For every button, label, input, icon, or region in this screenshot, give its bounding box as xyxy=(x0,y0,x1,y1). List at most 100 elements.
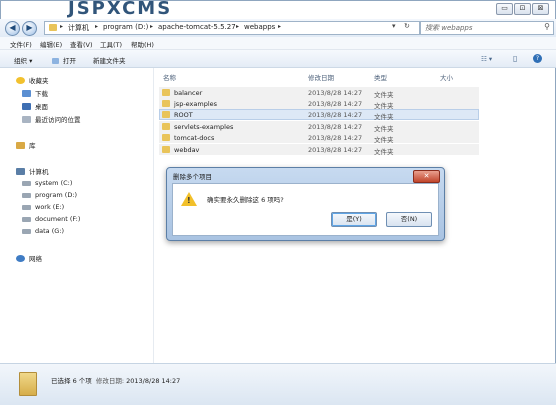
preview-pane-icon[interactable]: ▯ xyxy=(513,54,517,63)
table-row[interactable]: webdav 2013/8/28 14:27 文件夹 xyxy=(159,144,479,156)
file-date: 2013/8/28 14:27 xyxy=(308,134,363,142)
star-icon xyxy=(16,77,25,84)
no-button[interactable]: 否(N) xyxy=(386,212,432,227)
column-header-date[interactable]: 修改日期 xyxy=(308,72,334,82)
desktop-icon xyxy=(22,103,31,110)
warning-icon-mark: ! xyxy=(187,196,191,205)
folder-icon xyxy=(162,111,170,118)
sidebar-label: 下载 xyxy=(35,90,48,98)
back-button[interactable]: ◀ xyxy=(5,21,20,36)
sidebar-drive-e[interactable]: work (E:) xyxy=(22,203,64,211)
date-label: 修改日期: xyxy=(95,377,125,385)
open-label: 打开 xyxy=(63,57,76,65)
recent-places-icon xyxy=(22,116,31,123)
sidebar-network[interactable]: 网络 xyxy=(16,253,42,263)
search-icon[interactable]: ⚲ xyxy=(544,22,550,31)
folder-icon xyxy=(162,123,170,130)
sidebar-computer[interactable]: 计算机 xyxy=(16,166,49,176)
file-type: 文件夹 xyxy=(374,113,394,121)
sidebar-drive-c[interactable]: system (C:) xyxy=(22,179,72,187)
dialog-close-button[interactable]: ✕ xyxy=(413,170,440,183)
column-header-name[interactable]: 名称 xyxy=(163,72,176,82)
sidebar-drive-d[interactable]: program (D:) xyxy=(22,191,77,199)
forward-button[interactable]: ▶ xyxy=(22,21,37,36)
address-dropdown-icon[interactable]: ▾ xyxy=(392,22,396,30)
sidebar-label: 桌面 xyxy=(35,103,48,111)
watermark-logo: JSPXCMS xyxy=(68,0,173,19)
file-name: webdav xyxy=(174,146,200,154)
table-row[interactable]: jsp-examples 2013/8/28 14:27 文件夹 xyxy=(159,98,479,110)
toolbar: 组织 ▾ 打开 新建文件夹 ☷ ▾ ▯ ? xyxy=(0,50,556,68)
folder-icon xyxy=(49,24,57,31)
modified-date: 2013/8/28 14:27 xyxy=(126,377,181,385)
breadcrumb-separator: ▸ xyxy=(60,23,64,30)
library-icon xyxy=(16,142,25,149)
menu-tools[interactable]: 工具(T) xyxy=(100,39,122,49)
file-date: 2013/8/28 14:27 xyxy=(308,123,363,131)
details-pane: 已选择 6 个项 修改日期: 2013/8/28 14:27 xyxy=(0,363,556,405)
breadcrumb-separator: ▸ xyxy=(236,23,240,30)
file-date: 2013/8/28 14:27 xyxy=(308,100,363,108)
drive-icon xyxy=(22,193,31,198)
delete-confirm-dialog: 删除多个项目 ✕ ! 确实要永久删除这 6 项吗? 是(Y) 否(N) xyxy=(166,167,445,241)
search-input[interactable]: 搜索 webapps ⚲ xyxy=(420,21,554,35)
column-header-size[interactable]: 大小 xyxy=(440,72,453,82)
sidebar-item-recent[interactable]: 最近访问的位置 xyxy=(22,114,81,124)
folder-icon xyxy=(162,89,170,96)
breadcrumb-computer[interactable]: 计算机 xyxy=(68,23,89,33)
sidebar-label: program (D:) xyxy=(35,191,78,199)
table-row[interactable]: tomcat-docs 2013/8/28 14:27 文件夹 xyxy=(159,132,479,144)
sidebar-label: 网络 xyxy=(29,255,42,263)
sidebar-item-downloads[interactable]: 下载 xyxy=(22,88,48,98)
address-row: ◀ ▶ ▸ 计算机 ▸ program (D:) ▸ apache-tomcat… xyxy=(0,19,556,37)
breadcrumb-separator: ▸ xyxy=(95,23,99,30)
file-date: 2013/8/28 14:27 xyxy=(308,146,363,154)
sidebar-item-desktop[interactable]: 桌面 xyxy=(22,101,48,111)
multiple-items-icon xyxy=(19,372,37,396)
file-type: 文件夹 xyxy=(374,136,394,144)
sidebar-drive-g[interactable]: data (G:) xyxy=(22,227,64,235)
table-row[interactable]: servlets-examples 2013/8/28 14:27 文件夹 xyxy=(159,121,479,133)
navigation-pane: 收藏夹 下载 桌面 最近访问的位置 库 计算机 system (C:) prog… xyxy=(0,68,154,363)
menu-help[interactable]: 帮助(H) xyxy=(131,39,154,49)
folder-icon xyxy=(162,146,170,153)
search-placeholder: 搜索 webapps xyxy=(425,24,473,32)
maximize-button[interactable]: ⊡ xyxy=(514,3,531,15)
sidebar-label: 库 xyxy=(29,142,36,150)
sidebar-drive-f[interactable]: document (F:) xyxy=(22,215,80,223)
view-options-icon[interactable]: ☷ ▾ xyxy=(481,55,492,63)
new-folder-button[interactable]: 新建文件夹 xyxy=(93,55,126,65)
table-row[interactable]: ROOT 2013/8/28 14:27 文件夹 xyxy=(159,109,479,121)
address-bar[interactable]: ▸ 计算机 ▸ program (D:) ▸ apache-tomcat-5.5… xyxy=(44,21,420,35)
folder-icon xyxy=(162,100,170,107)
file-type: 文件夹 xyxy=(374,148,394,156)
menu-edit[interactable]: 编辑(E) xyxy=(40,39,62,49)
menu-view[interactable]: 查看(V) xyxy=(70,39,93,49)
file-name: ROOT xyxy=(174,111,193,119)
breadcrumb-tomcat[interactable]: apache-tomcat-5.5.27 xyxy=(158,23,236,31)
sidebar-favorites[interactable]: 收藏夹 xyxy=(16,75,49,85)
table-row[interactable]: balancer 2013/8/28 14:27 文件夹 xyxy=(159,87,479,99)
help-icon[interactable]: ? xyxy=(533,54,542,63)
refresh-icon[interactable]: ↻ xyxy=(404,22,410,30)
breadcrumb-program[interactable]: program (D:) xyxy=(103,23,148,31)
yes-button[interactable]: 是(Y) xyxy=(331,212,377,227)
breadcrumb-webapps[interactable]: webapps xyxy=(244,23,275,31)
open-button[interactable]: 打开 xyxy=(52,55,76,65)
organize-button[interactable]: 组织 ▾ xyxy=(14,55,32,65)
column-header-type[interactable]: 类型 xyxy=(374,72,387,82)
close-button[interactable]: ⊠ xyxy=(532,3,549,15)
sidebar-label: 计算机 xyxy=(29,168,49,176)
drive-icon xyxy=(22,229,31,234)
sidebar-label: document (F:) xyxy=(35,215,81,223)
sidebar-libraries[interactable]: 库 xyxy=(16,140,36,150)
download-icon xyxy=(22,90,31,97)
minimize-button[interactable]: ▭ xyxy=(496,3,513,15)
file-name: balancer xyxy=(174,89,203,97)
sidebar-label: 收藏夹 xyxy=(29,77,49,85)
file-name: servlets-examples xyxy=(174,123,234,131)
menu-file[interactable]: 文件(F) xyxy=(10,39,32,49)
drive-icon xyxy=(22,205,31,210)
sidebar-label: system (C:) xyxy=(35,179,73,187)
folder-icon xyxy=(162,134,170,141)
